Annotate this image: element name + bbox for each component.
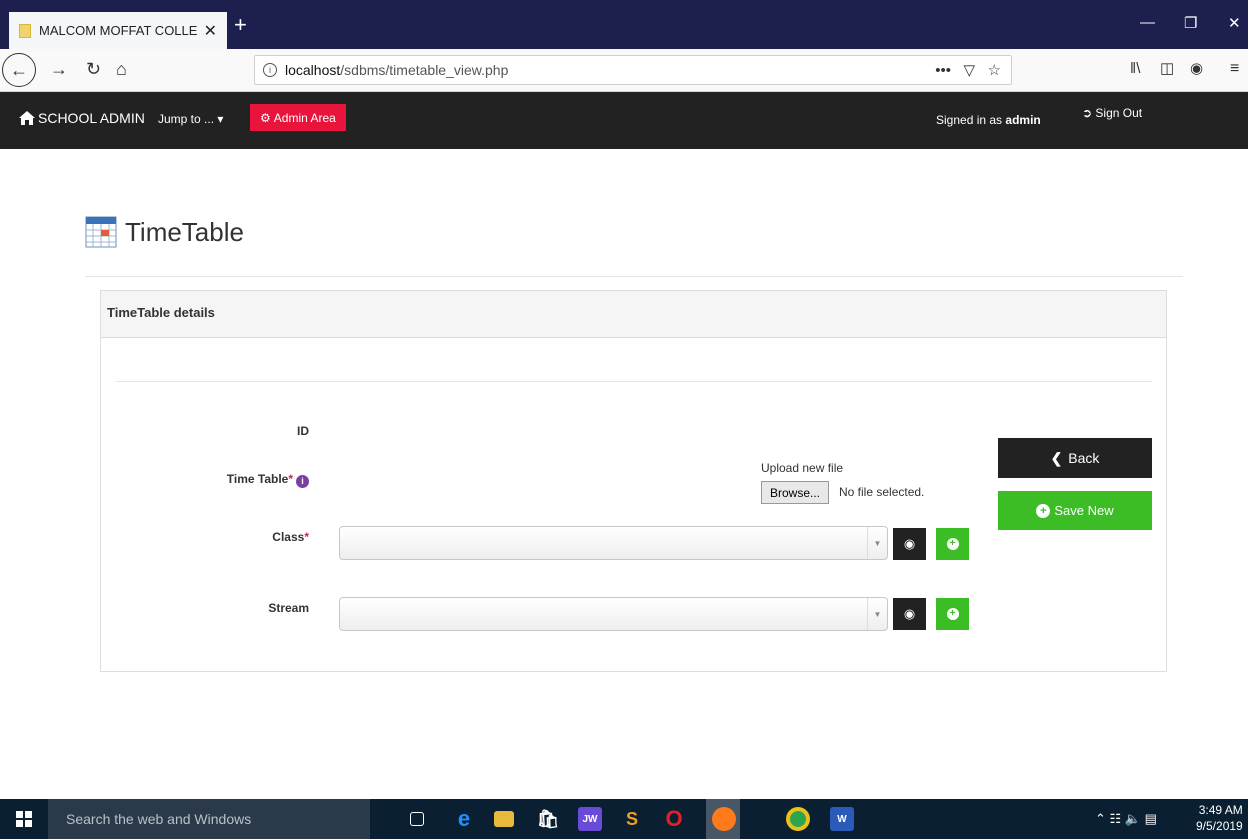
- url-path: /sdbms/timetable_view.php: [340, 62, 509, 78]
- word-icon[interactable]: W: [830, 807, 854, 831]
- page-favicon-icon: [19, 23, 31, 38]
- browser-navbar: ← → ↻ ⌂ i localhost /sdbms/timetable_vie…: [0, 49, 1248, 92]
- tab-close-icon[interactable]: ✕: [204, 21, 217, 41]
- calendar-icon: [85, 216, 117, 248]
- panel-heading: TimeTable details: [101, 291, 1166, 338]
- plus-circle-icon: +: [946, 608, 959, 620]
- upload-new-file-label: Upload new file: [761, 461, 844, 475]
- signed-in-prefix: Signed in as: [936, 113, 1003, 127]
- system-tray-icons[interactable]: ⌃ ☷ 🔈 ▤: [1095, 811, 1157, 827]
- home-brand-icon: [19, 111, 35, 125]
- timetable-details-panel: TimeTable details ID Time Table* i Upload…: [100, 290, 1167, 672]
- clock-date: 9/5/2019: [1196, 819, 1243, 833]
- stream-label: Stream: [268, 601, 309, 615]
- store-icon[interactable]: 🛍: [536, 807, 560, 831]
- taskbar-clock[interactable]: 3:49 AM 9/5/2019: [1196, 802, 1243, 834]
- chevron-left-icon: ❮: [1050, 449, 1063, 466]
- eye-icon: ◉: [903, 606, 916, 621]
- add-class-button[interactable]: +: [936, 528, 969, 560]
- clock-time: 3:49 AM: [1198, 803, 1243, 817]
- browser-tab-strip: MALCOM MOFFAT COLLEGE O ✕ + — ❐ ✕: [0, 0, 1248, 49]
- timetable-label-group: Time Table* i: [189, 472, 309, 488]
- tab-title: MALCOM MOFFAT COLLEGE O: [39, 23, 198, 38]
- plus-circle-icon: +: [1036, 503, 1051, 518]
- class-label-group: Class*: [189, 530, 309, 544]
- page-actions[interactable]: ••• ▽ ☆: [935, 61, 1001, 79]
- minimize-icon[interactable]: —: [1140, 14, 1155, 31]
- jw-app-icon[interactable]: JW: [578, 807, 602, 831]
- pocket-icon[interactable]: ▽: [963, 62, 975, 79]
- browser-forward-icon[interactable]: →: [50, 59, 68, 79]
- home-icon[interactable]: ⌂: [116, 59, 127, 79]
- page-actions-menu-icon[interactable]: •••: [935, 62, 951, 79]
- chevron-down-icon: ▼: [867, 527, 887, 559]
- file-explorer-icon[interactable]: [494, 811, 514, 827]
- file-status-text: No file selected.: [839, 485, 925, 499]
- required-marker: *: [304, 530, 309, 544]
- window-close-icon[interactable]: ✕: [1228, 14, 1241, 32]
- info-icon[interactable]: i: [296, 475, 309, 488]
- timetable-label: Time Table: [226, 472, 289, 486]
- opera-icon[interactable]: O: [662, 806, 686, 831]
- title-divider: [85, 276, 1183, 277]
- jump-to-dropdown[interactable]: Jump to ... ▾: [158, 112, 223, 126]
- account-icon[interactable]: ◉: [1190, 59, 1203, 79]
- chrome-icon[interactable]: [786, 807, 810, 831]
- task-view-icon[interactable]: [410, 812, 424, 826]
- signed-in-status: Signed in as admin: [936, 113, 1041, 127]
- edge-icon[interactable]: e: [452, 806, 476, 831]
- browse-file-button[interactable]: Browse...: [761, 481, 830, 504]
- back-label: Back: [1068, 450, 1100, 466]
- reload-icon[interactable]: ↻: [86, 59, 101, 79]
- restore-icon[interactable]: ❐: [1184, 14, 1197, 32]
- start-button[interactable]: [0, 799, 48, 839]
- sidebar-icon[interactable]: ◫: [1160, 59, 1174, 79]
- admin-area-button[interactable]: ⚙ Admin Area: [250, 104, 346, 131]
- address-bar[interactable]: i localhost /sdbms/timetable_view.php ••…: [254, 55, 1012, 85]
- class-label: Class: [272, 530, 305, 544]
- panel-divider: [116, 381, 1152, 382]
- app-topbar: SCHOOL ADMIN Jump to ... ▾ ⚙ Admin Area …: [0, 92, 1248, 149]
- sign-out-label: Sign Out: [1095, 106, 1143, 120]
- bookmark-star-icon[interactable]: ☆: [988, 62, 1001, 79]
- back-button[interactable]: ❮ Back: [998, 438, 1152, 478]
- stream-select[interactable]: ▼: [339, 597, 888, 631]
- windows-taskbar: Search the web and Windows e 🛍 JW S O W …: [0, 799, 1248, 839]
- url-host: localhost: [285, 62, 341, 78]
- required-marker: *: [288, 472, 293, 486]
- gear-icon: ⚙: [260, 110, 271, 125]
- page-heading: TimeTable: [85, 216, 244, 248]
- view-stream-button[interactable]: ◉: [893, 598, 926, 630]
- save-new-label: Save New: [1054, 503, 1114, 518]
- sign-out-link[interactable]: ➲ Sign Out: [1082, 106, 1142, 120]
- signed-in-user: admin: [1005, 113, 1041, 127]
- hamburger-menu-icon[interactable]: ≡: [1230, 59, 1239, 79]
- browser-tab[interactable]: MALCOM MOFFAT COLLEGE O ✕: [9, 12, 227, 49]
- browser-back-icon[interactable]: ←: [2, 53, 36, 87]
- brand-label: SCHOOL ADMIN: [38, 110, 145, 126]
- sign-out-icon: ➲: [1082, 106, 1093, 120]
- id-label: ID: [297, 424, 309, 438]
- site-info-icon[interactable]: i: [263, 63, 277, 77]
- save-new-button[interactable]: + Save New: [998, 491, 1152, 530]
- sublime-icon[interactable]: S: [620, 807, 644, 831]
- taskbar-search[interactable]: Search the web and Windows: [48, 799, 370, 839]
- library-icon[interactable]: ‖\: [1130, 59, 1140, 79]
- chevron-down-icon: ▼: [867, 598, 887, 630]
- admin-area-label: Admin Area: [273, 110, 336, 125]
- brand-link[interactable]: SCHOOL ADMIN: [18, 110, 145, 126]
- eye-icon: ◉: [903, 536, 916, 551]
- view-class-button[interactable]: ◉: [893, 528, 926, 560]
- plus-circle-icon: +: [946, 538, 959, 550]
- windows-logo-icon: [16, 811, 32, 827]
- class-select[interactable]: ▼: [339, 526, 888, 560]
- firefox-icon[interactable]: [712, 807, 736, 831]
- page-title: TimeTable: [125, 216, 244, 247]
- add-stream-button[interactable]: +: [936, 598, 969, 630]
- new-tab-button[interactable]: +: [234, 14, 247, 36]
